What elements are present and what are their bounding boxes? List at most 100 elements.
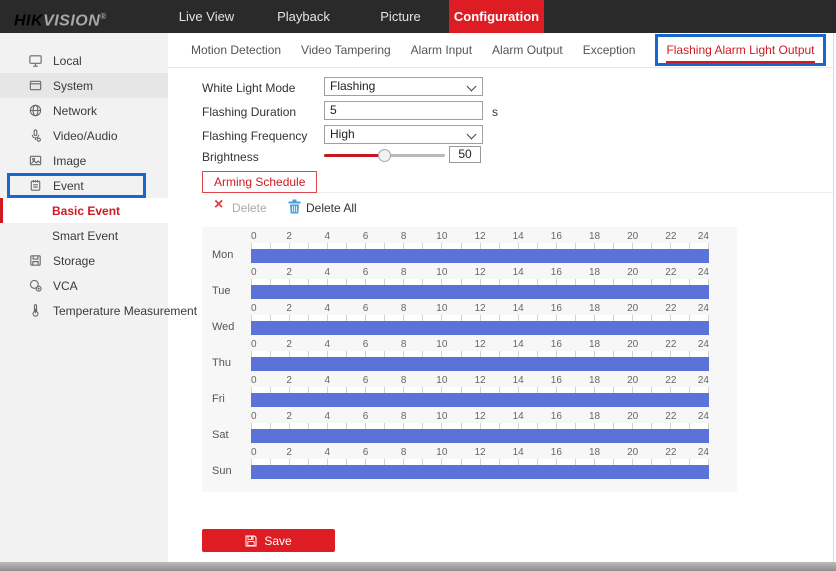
schedule-bar-track[interactable] — [251, 393, 709, 407]
hour-tick-label: 22 — [665, 303, 676, 314]
annotation-highlight-box: Flashing Alarm Light Output — [655, 34, 825, 66]
hour-tick-label: 18 — [589, 303, 600, 314]
sidebar-item-label: Event — [53, 179, 84, 193]
white-light-mode-select[interactable]: Flashing — [324, 77, 483, 96]
timeline: 024681012141618202224 — [251, 230, 709, 263]
schedule-bar-track[interactable] — [251, 465, 709, 479]
sidebar-item-system[interactable]: System — [0, 73, 168, 98]
hour-tick-label: 6 — [363, 411, 369, 422]
schedule-bar[interactable] — [251, 393, 709, 407]
sidebar-item-basic-event[interactable]: Basic Event — [0, 198, 168, 223]
nav-tab-playback[interactable]: Playback — [255, 0, 352, 33]
day-label: Thu — [212, 357, 231, 369]
hour-scale: 024681012141618202224 — [251, 338, 709, 351]
save-button-label: Save — [264, 534, 291, 548]
sidebar-item-network[interactable]: Network — [0, 98, 168, 123]
sidebar-item-local[interactable]: Local — [0, 48, 168, 73]
timeline: 024681012141618202224 — [251, 410, 709, 443]
arming-schedule-grid: Mon024681012141618202224Tue0246810121416… — [202, 227, 737, 492]
brightness-value[interactable]: 50 — [449, 146, 481, 163]
delete-button[interactable]: Delete — [232, 201, 267, 215]
flashing-frequency-value: High — [330, 126, 355, 143]
flashing-duration-input[interactable]: 5 — [324, 101, 483, 120]
x-delete-icon[interactable]: × — [214, 197, 223, 213]
schedule-row-fri: Fri024681012141618202224 — [202, 374, 737, 410]
tab-alarm-output[interactable]: Alarm Output — [492, 43, 563, 57]
sidebar-item-temperature-measurement[interactable]: Temperature Measurement — [0, 298, 168, 323]
arming-schedule-button[interactable]: Arming Schedule — [202, 171, 317, 193]
hour-tick-label: 8 — [401, 375, 407, 386]
hour-tick-label: 10 — [436, 303, 447, 314]
hour-tick-label: 8 — [401, 411, 407, 422]
trash-icon[interactable] — [288, 199, 301, 214]
schedule-row-thu: Thu024681012141618202224 — [202, 338, 737, 374]
sidebar-item-vca[interactable]: VCA — [0, 273, 168, 298]
tab-video-tampering[interactable]: Video Tampering — [301, 43, 391, 57]
schedule-bar-track[interactable] — [251, 285, 709, 299]
hour-tick-label: 0 — [251, 231, 257, 242]
hour-tick-label: 2 — [286, 339, 292, 350]
hour-tick-label: 18 — [589, 339, 600, 350]
hour-tick-label: 6 — [363, 267, 369, 278]
schedule-bar-track[interactable] — [251, 357, 709, 371]
slider-handle[interactable] — [378, 149, 391, 162]
hour-tick-label: 18 — [589, 447, 600, 458]
schedule-bar[interactable] — [251, 249, 709, 263]
nav-tab-picture[interactable]: Picture — [352, 0, 449, 33]
nav-tab-live-view[interactable]: Live View — [158, 0, 255, 33]
save-button[interactable]: Save — [202, 529, 335, 552]
hour-tick-label: 6 — [363, 375, 369, 386]
sidebar-item-storage[interactable]: Storage — [0, 248, 168, 273]
schedule-bar[interactable] — [251, 321, 709, 335]
schedule-bar-track[interactable] — [251, 429, 709, 443]
day-label: Fri — [212, 393, 225, 405]
hour-scale: 024681012141618202224 — [251, 302, 709, 315]
hour-tick-label: 12 — [474, 339, 485, 350]
hour-tick-label: 2 — [286, 303, 292, 314]
day-label: Tue — [212, 285, 231, 297]
schedule-row-tue: Tue024681012141618202224 — [202, 266, 737, 302]
schedule-bar[interactable] — [251, 357, 709, 371]
hour-tick-label: 18 — [589, 375, 600, 386]
logo-text-red: HIK — [14, 12, 43, 29]
delete-all-button[interactable]: Delete All — [306, 201, 357, 215]
sidebar-item-smart-event[interactable]: Smart Event — [0, 223, 168, 248]
hour-tick-label: 20 — [627, 303, 638, 314]
schedule-bar[interactable] — [251, 285, 709, 299]
globe-icon — [28, 103, 43, 118]
hour-tick-label: 14 — [513, 411, 524, 422]
flashing-frequency-select[interactable]: High — [324, 125, 483, 144]
tab-alarm-input[interactable]: Alarm Input — [411, 43, 472, 57]
tab-motion-detection[interactable]: Motion Detection — [191, 43, 281, 57]
hour-tick-label: 8 — [401, 339, 407, 350]
hour-tick-label: 16 — [551, 447, 562, 458]
chevron-down-icon — [467, 82, 477, 92]
hour-tick-label: 18 — [589, 231, 600, 242]
hour-tick-label: 20 — [627, 447, 638, 458]
tab-exception[interactable]: Exception — [583, 43, 636, 57]
storage-icon — [28, 253, 43, 268]
hour-tick-label: 2 — [286, 267, 292, 278]
sidebar-item-label: VCA — [53, 279, 78, 293]
timeline: 024681012141618202224 — [251, 338, 709, 371]
schedule-bar[interactable] — [251, 429, 709, 443]
schedule-bar[interactable] — [251, 465, 709, 479]
brightness-slider[interactable] — [324, 149, 445, 162]
hour-tick-label: 0 — [251, 447, 257, 458]
sidebar-item-image[interactable]: Image — [0, 148, 168, 173]
tab-flashing-alarm-light-output[interactable]: Flashing Alarm Light Output — [666, 43, 814, 63]
sidebar-item-event[interactable]: Event — [0, 173, 168, 198]
schedule-bar-track[interactable] — [251, 321, 709, 335]
sidebar-item-label: Image — [53, 154, 86, 168]
hour-tick-label: 12 — [474, 411, 485, 422]
hour-tick-label: 22 — [665, 411, 676, 422]
hour-tick-label: 6 — [363, 231, 369, 242]
nav-tab-configuration[interactable]: Configuration — [449, 0, 544, 33]
schedule-row-sat: Sat024681012141618202224 — [202, 410, 737, 446]
hour-tick-label: 12 — [474, 303, 485, 314]
hour-tick-label: 24 — [698, 375, 709, 386]
sidebar-item-video-audio[interactable]: Video/Audio — [0, 123, 168, 148]
schedule-bar-track[interactable] — [251, 249, 709, 263]
hour-tick-label: 6 — [363, 303, 369, 314]
sidebar-item-label: Basic Event — [52, 204, 120, 218]
